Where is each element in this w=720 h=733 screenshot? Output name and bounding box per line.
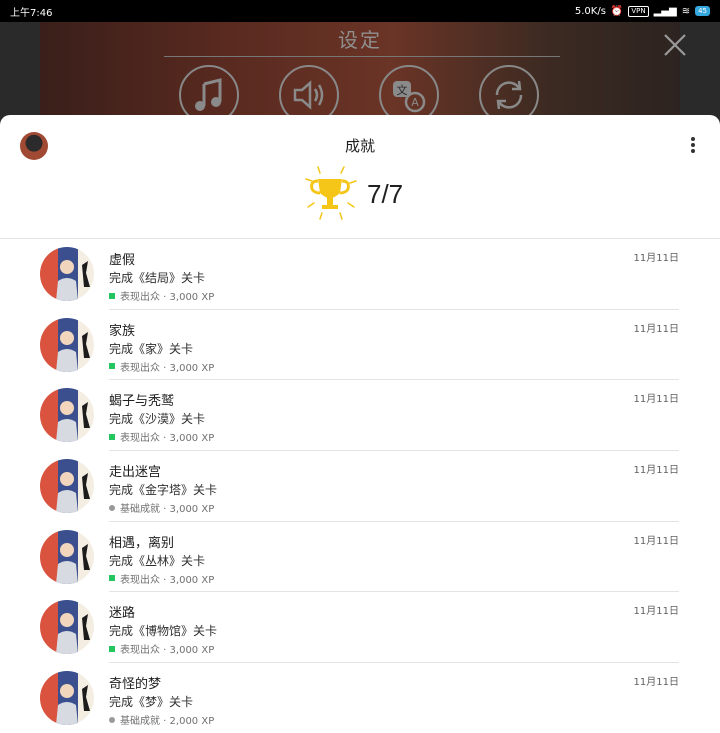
achievement-thumbnail (40, 600, 94, 655)
tier-badge-icon (109, 363, 115, 370)
achievement-date: 11月11日 (633, 535, 679, 547)
achievement-date: 11月11日 (633, 677, 679, 689)
achievement-description: 完成《丛林》关卡 (109, 553, 206, 568)
achievement-date: 11月11日 (633, 394, 679, 406)
achievement-meta: 表现出众 · 3,000 XP (109, 641, 214, 656)
tier-badge-icon (109, 645, 115, 652)
achievement-description: 完成《梦》关卡 (109, 695, 194, 710)
achievement-xp: 基础成就 · 2,000 XP (120, 716, 215, 728)
achievement-item[interactable]: 奇怪的梦 完成《梦》关卡 基础成就 · 2,000 XP 11月11日 (0, 663, 720, 733)
achievement-thumbnail (40, 388, 94, 443)
status-time: 上午7:46 (10, 7, 53, 19)
achievement-meta: 基础成就 · 3,000 XP (109, 500, 214, 515)
achievement-title: 奇怪的梦 (109, 677, 162, 693)
tier-badge-icon (109, 504, 115, 511)
achievement-xp: 基础成就 · 3,000 XP (120, 504, 215, 516)
achievement-item[interactable]: 蝎子与秃鹫 完成《沙漠》关卡 表现出众 · 3,000 XP 11月11日 (0, 380, 720, 452)
tier-badge-icon (109, 292, 115, 299)
achievement-meta: 表现出众 · 3,000 XP (109, 288, 214, 303)
close-icon[interactable] (660, 30, 690, 60)
achievement-title: 蝎子与秃鹫 (109, 394, 175, 410)
achievement-xp: 表现出众 · 3,000 XP (120, 433, 215, 445)
achievement-description: 完成《结局》关卡 (109, 271, 206, 285)
achievement-date: 11月11日 (633, 323, 679, 335)
status-indicators: 5.0K/s ⏰ VPN ▂▄▆ ≋ 45 (574, 5, 710, 17)
achievement-meta: 表现出众 · 3,000 XP (109, 571, 214, 586)
game-settings-title: 设定 (338, 28, 382, 52)
network-speed: 5.0K/s (574, 5, 606, 17)
achievement-progress: 7/7 (367, 179, 404, 209)
achievement-title: 相遇，离别 (109, 535, 175, 551)
alarm-icon: ⏰ (610, 5, 624, 17)
achievement-list: 虚假 完成《结局》关卡 表现出众 · 3,000 XP 11月11日 家族 完成… (0, 239, 720, 733)
achievement-thumbnail (40, 459, 94, 514)
status-bar: 上午7:46 5.0K/s ⏰ VPN ▂▄▆ ≋ 45 (0, 0, 720, 22)
achievement-meta: 基础成就 · 2,000 XP (109, 712, 214, 727)
trophy-icon (298, 163, 362, 227)
achievement-item[interactable]: 虚假 完成《结局》关卡 表现出众 · 3,000 XP 11月11日 (0, 239, 720, 310)
vpn-badge: VPN (628, 5, 649, 17)
svg-text:文: 文 (397, 83, 408, 97)
achievement-item[interactable]: 迷路 完成《博物馆》关卡 表现出众 · 3,000 XP 11月11日 (0, 592, 720, 664)
achievement-item[interactable]: 家族 完成《家》关卡 表现出众 · 3,000 XP 11月11日 (0, 310, 720, 381)
achievement-title: 走出迷宫 (109, 465, 162, 481)
achievement-thumbnail (40, 247, 94, 301)
achievement-date: 11月11日 (633, 253, 679, 264)
achievement-xp: 表现出众 · 3,000 XP (120, 362, 215, 374)
wifi-icon: ≋ (681, 5, 691, 17)
more-options-icon[interactable] (684, 135, 702, 155)
achievement-xp: 表现出众 · 3,000 XP (120, 645, 215, 657)
achievements-sheet: 成就 7/7 虚假 完成《结局》关卡 表现出众 · 3,000 XP 11月11… (0, 115, 720, 733)
achievement-thumbnail (40, 317, 94, 372)
svg-text:A: A (411, 96, 419, 109)
achievement-meta: 表现出众 · 3,000 XP (109, 429, 214, 444)
tier-badge-icon (109, 716, 115, 723)
achievement-description: 完成《沙漠》关卡 (109, 412, 206, 427)
achievement-item[interactable]: 相遇，离别 完成《丛林》关卡 表现出众 · 3,000 XP 11月11日 (0, 522, 720, 593)
achievement-thumbnail (40, 529, 94, 584)
achievement-date: 11月11日 (633, 606, 679, 618)
signal-icon: ▂▄▆ (653, 5, 677, 17)
achievement-description: 完成《金字塔》关卡 (109, 483, 218, 498)
achievement-description: 完成《博物馆》关卡 (109, 624, 218, 639)
sheet-title: 成就 (344, 137, 375, 155)
battery-indicator: 45 (695, 6, 710, 16)
achievement-xp: 表现出众 · 3,000 XP (120, 292, 215, 303)
achievement-title: 迷路 (109, 606, 136, 622)
achievement-meta: 表现出众 · 3,000 XP (109, 359, 214, 374)
tier-badge-icon (109, 433, 115, 440)
achievement-item[interactable]: 走出迷宫 完成《金字塔》关卡 基础成就 · 3,000 XP 11月11日 (0, 451, 720, 522)
achievement-title: 家族 (109, 323, 136, 339)
tier-badge-icon (109, 575, 115, 582)
achievement-date: 11月11日 (633, 465, 679, 477)
title-underline (164, 56, 560, 57)
achievement-title: 虚假 (109, 253, 136, 268)
achievement-xp: 表现出众 · 3,000 XP (120, 574, 215, 586)
achievement-description: 完成《家》关卡 (109, 341, 194, 356)
achievement-thumbnail (40, 671, 94, 726)
